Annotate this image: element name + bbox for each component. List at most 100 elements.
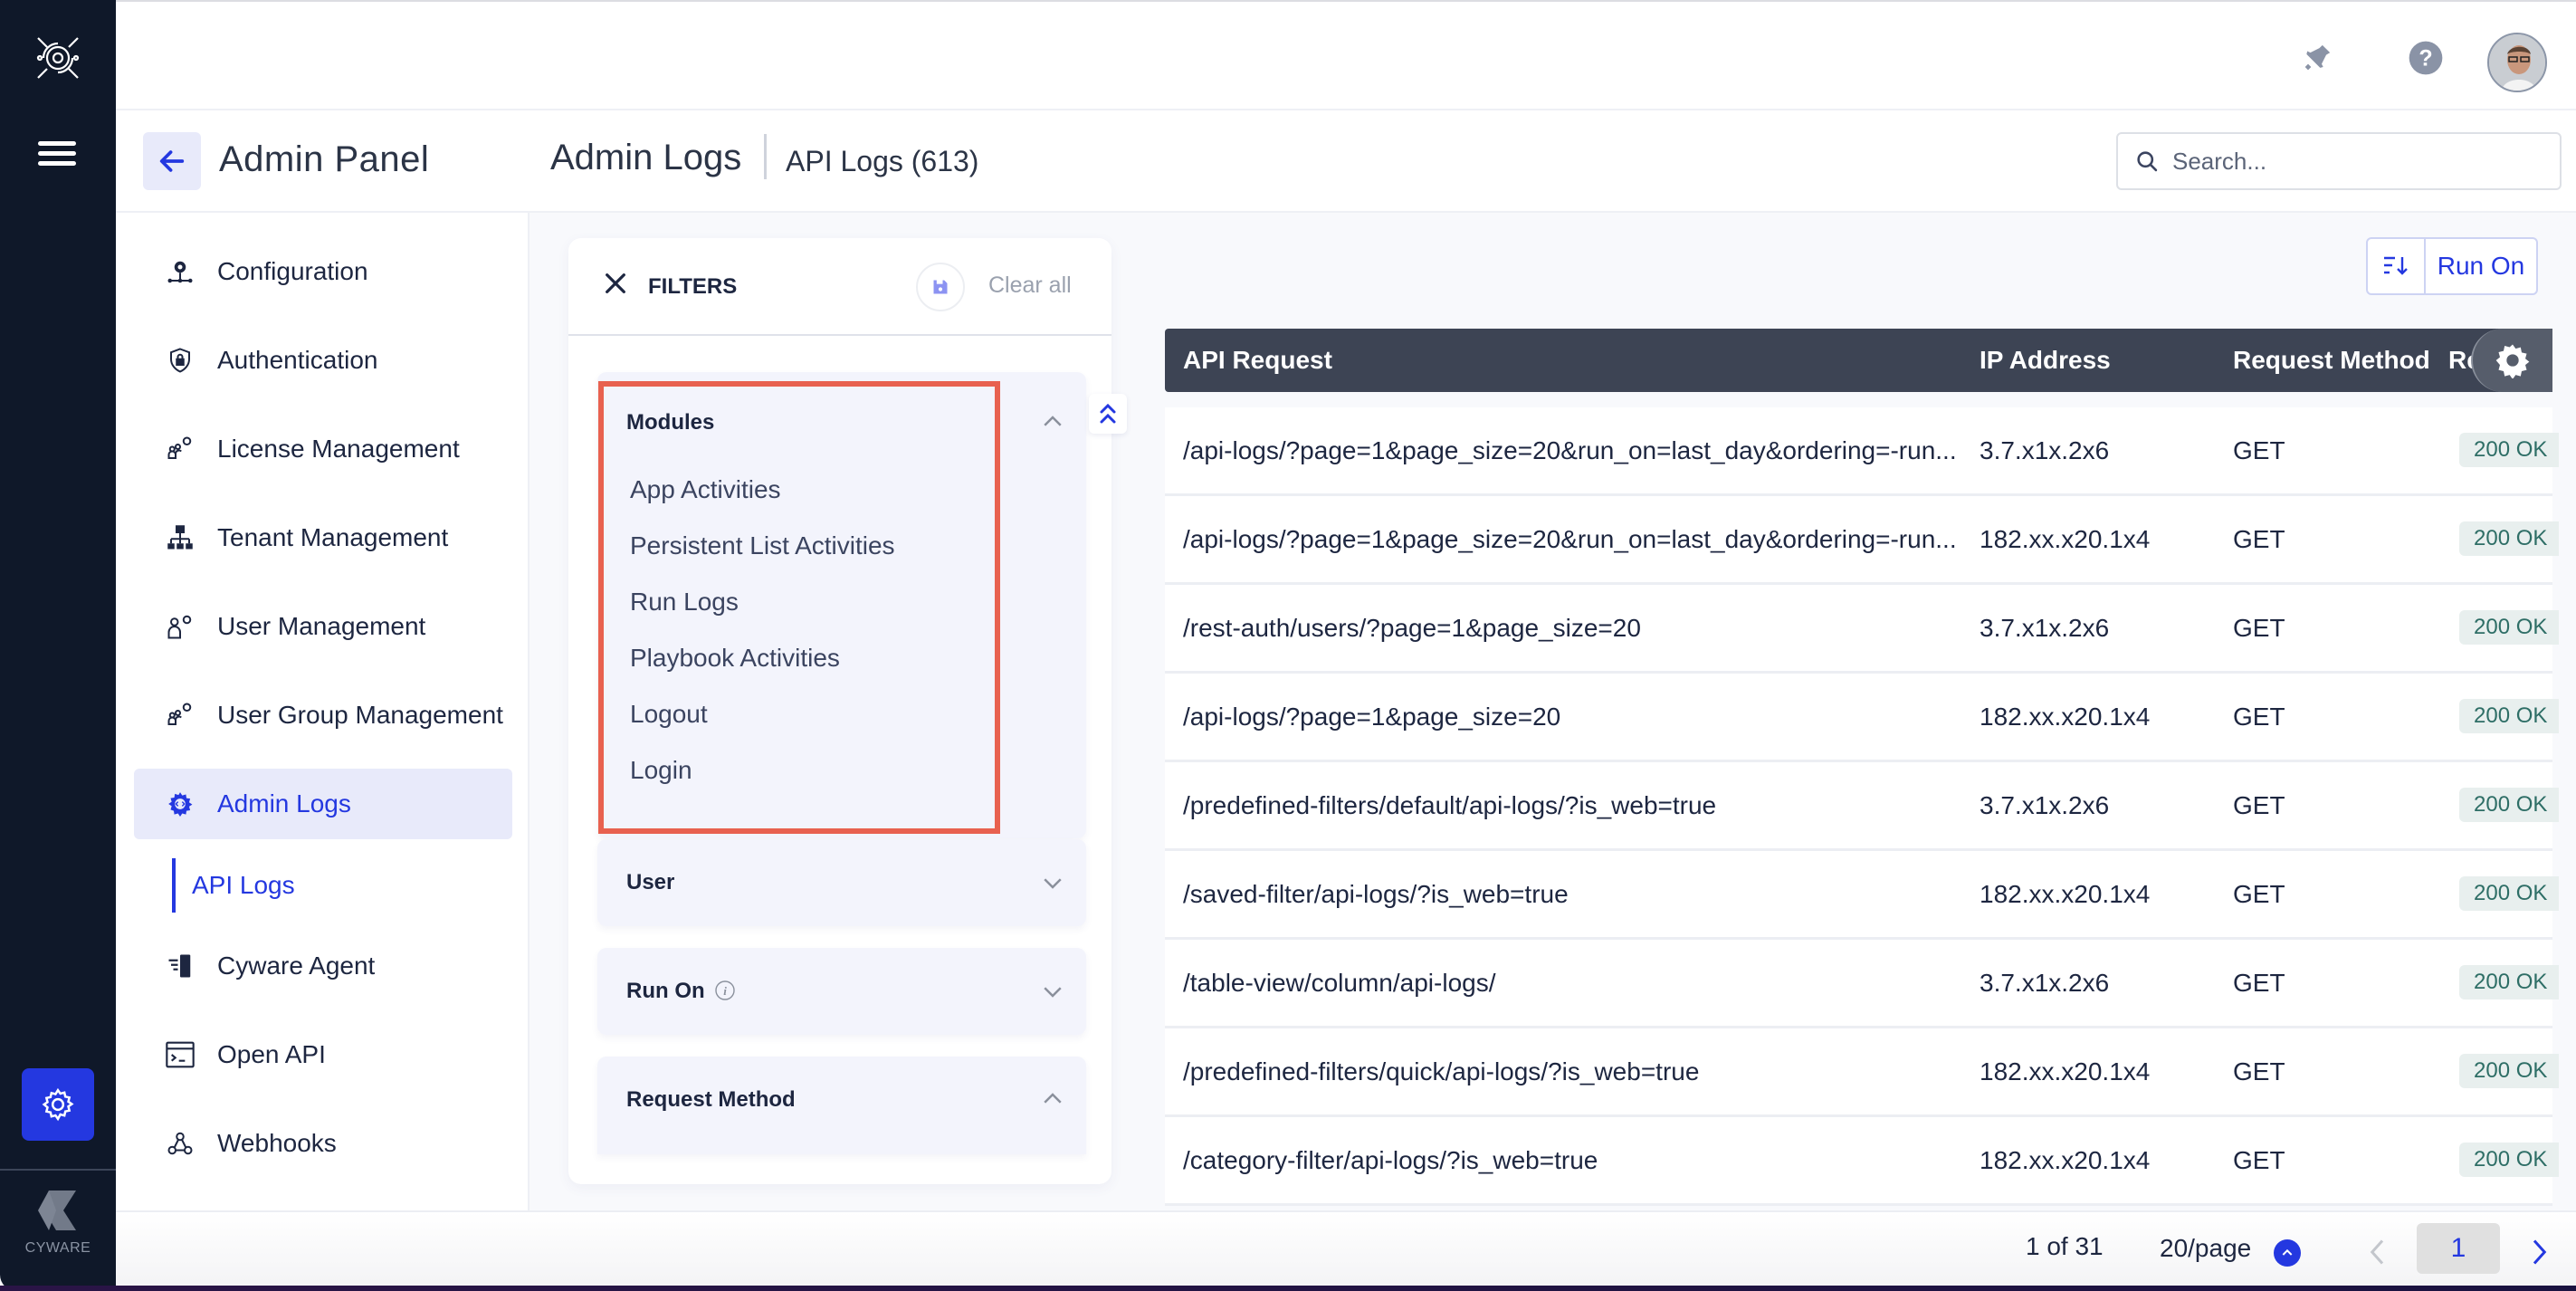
chevron-down-icon[interactable] — [1039, 869, 1066, 896]
sidebar-item-cyware-agent[interactable]: Cyware Agent — [134, 931, 512, 1001]
status-badge: 200 OK — [2459, 521, 2559, 556]
user-gear-icon — [165, 611, 196, 642]
chevron-up-icon[interactable] — [1039, 1085, 1066, 1113]
sidebar-item-user-management[interactable]: User Management — [134, 591, 512, 662]
per-page-select[interactable]: 20/page — [2160, 1234, 2251, 1263]
agent-icon — [165, 951, 196, 981]
screen-edge — [0, 1286, 2576, 1291]
page-title: Admin Logs — [550, 138, 742, 177]
cell-api-request: /table-view/column/api-logs/ — [1183, 969, 1496, 997]
column-header-ip-address[interactable]: IP Address — [1980, 346, 2111, 375]
sort-button[interactable] — [2368, 239, 2426, 293]
svg-text:i: i — [724, 984, 728, 998]
table-row[interactable]: /rest-auth/users/?page=1&page_size=20 3.7… — [1165, 585, 2559, 674]
svg-text:?: ? — [2419, 45, 2432, 71]
settings-button[interactable] — [22, 1068, 94, 1141]
table-row[interactable]: /api-logs/?page=1&page_size=20 182.xx.x20… — [1165, 674, 2559, 762]
table-row[interactable]: /saved-filter/api-logs/?is_web=true 182.x… — [1165, 851, 2559, 940]
collapse-all-button[interactable] — [1089, 394, 1127, 434]
sidebar-item-open-api[interactable]: Open API — [134, 1019, 512, 1090]
next-page-button[interactable] — [2525, 1234, 2552, 1270]
filter-section-title: Request Method — [626, 1087, 796, 1112]
cyware-brand: CYWARE — [0, 1191, 116, 1257]
status-badge: 200 OK — [2459, 433, 2559, 467]
chevron-down-icon[interactable] — [1039, 978, 1066, 1005]
sidebar-item-authentication[interactable]: Authentication — [134, 325, 512, 396]
sidebar-item-label: License Management — [217, 435, 460, 463]
users-gear-icon — [165, 434, 196, 464]
close-filters-icon[interactable] — [601, 269, 630, 298]
double-chevron-up-icon — [1100, 403, 1116, 424]
cell-api-request: /category-filter/api-logs/?is_web=true — [1183, 1146, 1598, 1174]
sidebar-item-label: Open API — [217, 1040, 326, 1068]
shield-lock-icon — [165, 345, 196, 376]
terminal-icon — [165, 1039, 196, 1070]
filter-option[interactable]: Playbook Activities — [630, 644, 840, 673]
column-settings-button[interactable] — [2471, 329, 2552, 392]
cell-request-method: GET — [2233, 1146, 2285, 1174]
table-header: API Request IP Address Request Method Re — [1165, 329, 2552, 392]
chevron-up-icon — [2282, 1248, 2293, 1256]
sidebar-item-configuration[interactable]: Configuration — [134, 236, 512, 307]
sidebar-item-license-management[interactable]: License Management — [134, 414, 512, 484]
table-row[interactable]: /api-logs/?page=1&page_size=20&run_on=la… — [1165, 407, 2559, 496]
cell-request-method: GET — [2233, 614, 2285, 642]
per-page-toggle[interactable] — [2274, 1239, 2301, 1267]
hamburger-menu-icon[interactable] — [38, 141, 76, 168]
filter-section-run-on[interactable]: Run On i — [597, 948, 1086, 1035]
sidebar-item-label: Cyware Agent — [217, 952, 376, 980]
network-gear-icon — [165, 256, 196, 287]
info-icon[interactable]: i — [714, 980, 736, 1001]
filter-option[interactable]: App Activities — [630, 475, 781, 504]
clear-all-link[interactable]: Clear all — [988, 273, 1072, 299]
status-badge: 200 OK — [2459, 699, 2559, 733]
cell-api-request: /predefined-filters/quick/api-logs/?is_w… — [1183, 1057, 1700, 1085]
table-body: /api-logs/?page=1&page_size=20&run_on=la… — [1165, 407, 2559, 1206]
sidebar-item-label: User Group Management — [217, 701, 503, 729]
search-icon — [2137, 151, 2158, 172]
table-row[interactable]: /predefined-filters/quick/api-logs/?is_w… — [1165, 1028, 2559, 1117]
code-gear-icon — [165, 789, 196, 819]
webhook-icon — [165, 1128, 196, 1159]
cell-api-request: /api-logs/?page=1&page_size=20&run_on=la… — [1183, 436, 1957, 464]
table-toolbar: Run On — [2366, 237, 2538, 295]
sidebar-item-admin-logs[interactable]: Admin Logs — [134, 769, 512, 839]
table-row[interactable]: /table-view/column/api-logs/3.7.x1x.2x6 G… — [1165, 940, 2559, 1028]
save-filter-button[interactable] — [916, 263, 965, 311]
filter-section-request-method[interactable]: Request Method — [597, 1057, 1086, 1154]
back-button[interactable] — [143, 132, 201, 190]
table-row[interactable]: /api-logs/?page=1&page_size=20&run_on=la… — [1165, 496, 2559, 585]
sidebar-subitem-api-logs[interactable]: API Logs — [172, 858, 295, 913]
help-icon[interactable]: ? — [2406, 38, 2446, 78]
filter-option[interactable]: Persistent List Activities — [630, 531, 895, 560]
filter-option[interactable]: Login — [630, 756, 692, 785]
search-box — [2116, 132, 2562, 190]
sidebar-item-webhooks[interactable]: Webhooks — [134, 1108, 512, 1179]
table-row[interactable]: /category-filter/api-logs/?is_web=true 18… — [1165, 1117, 2559, 1206]
filter-section-title[interactable]: Modules — [626, 410, 714, 435]
sidebar-item-tenant-management[interactable]: Tenant Management — [134, 502, 512, 573]
run-on-sort-button[interactable]: Run On — [2426, 239, 2536, 293]
admin-sidebar: Configuration Authentication License Man… — [116, 213, 530, 1210]
filter-section-user[interactable]: User — [597, 839, 1086, 926]
cell-ip-address: 182.xx.x20.1x4 — [1980, 1057, 2151, 1085]
sidebar-item-label: Configuration — [217, 257, 368, 285]
cell-request-method: GET — [2233, 525, 2285, 553]
table-row[interactable]: /predefined-filters/default/api-logs/?is… — [1165, 762, 2559, 851]
search-input[interactable] — [2172, 147, 2552, 176]
sidebar-item-user-group-management[interactable]: User Group Management — [134, 680, 512, 751]
bell-icon[interactable] — [2297, 38, 2337, 78]
previous-page-button[interactable] — [2364, 1234, 2391, 1270]
sidebar-item-label: Admin Logs — [217, 789, 351, 818]
page-number-button[interactable]: 1 — [2417, 1223, 2500, 1274]
column-header-request-method[interactable]: Request Method — [2233, 346, 2430, 375]
user-avatar[interactable] — [2487, 33, 2547, 92]
api-logs-table: API Request IP Address Request Method Re… — [1165, 329, 2559, 1206]
cell-api-request: /api-logs/?page=1&page_size=20 — [1183, 703, 1561, 731]
cyware-logo-icon[interactable] — [31, 31, 85, 85]
column-header-api-request[interactable]: API Request — [1183, 346, 1332, 375]
filter-option[interactable]: Logout — [630, 700, 708, 729]
cell-request-method: GET — [2233, 969, 2285, 997]
chevron-up-icon[interactable] — [1039, 408, 1066, 435]
filter-option[interactable]: Run Logs — [630, 588, 739, 617]
